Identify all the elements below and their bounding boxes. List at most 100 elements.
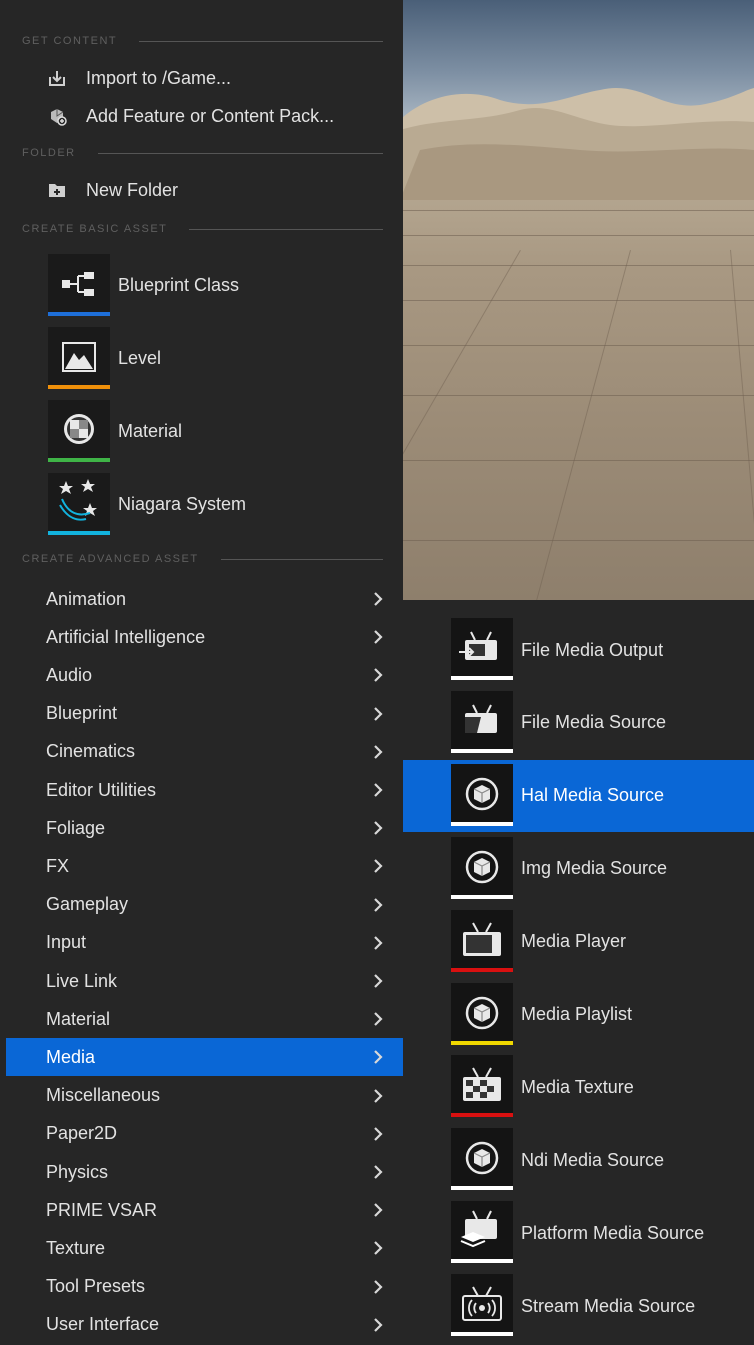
chevron-right-icon xyxy=(373,668,387,683)
media-asset-label: Hal Media Source xyxy=(521,785,665,806)
category-label: Input xyxy=(46,932,87,953)
chevron-right-icon xyxy=(373,1088,387,1103)
media-asset-media-playlist[interactable]: Media Playlist xyxy=(403,979,754,1051)
category-label: Media xyxy=(46,1046,96,1067)
niagara-system-item[interactable]: Niagara System xyxy=(48,469,378,539)
content-pack-icon xyxy=(46,105,68,127)
media-asset-hal-media-source[interactable]: Hal Media Source xyxy=(403,759,754,832)
section-create-basic-asset: CREATE BASIC ASSET xyxy=(22,222,383,236)
folder-add-icon xyxy=(46,179,68,201)
level-icon xyxy=(48,327,110,389)
category-user-interface[interactable]: User Interface xyxy=(6,1306,403,1344)
chevron-right-icon xyxy=(373,706,387,721)
category-editor-utilities[interactable]: Editor Utilities xyxy=(6,771,403,809)
tv-source-icon xyxy=(451,690,513,753)
blueprint-class-item[interactable]: Blueprint Class xyxy=(48,250,378,320)
category-label: Miscellaneous xyxy=(46,1085,161,1106)
category-physics[interactable]: Physics xyxy=(6,1153,403,1191)
media-asset-ndi-media-source[interactable]: Ndi Media Source xyxy=(403,1124,754,1196)
asset-color-bar xyxy=(451,821,513,826)
asset-color-bar xyxy=(451,1113,513,1118)
tv-stream-icon xyxy=(451,1274,513,1337)
category-fx[interactable]: FX xyxy=(6,847,403,885)
chevron-right-icon xyxy=(373,936,387,950)
category-label: Live Link xyxy=(46,970,118,991)
category-label: Audio xyxy=(46,664,93,685)
new-folder-item[interactable]: New Folder xyxy=(46,174,178,206)
category-input[interactable]: Input xyxy=(6,924,403,962)
media-asset-label: Ndi Media Source xyxy=(521,1149,665,1170)
category-label: Material xyxy=(46,1008,111,1029)
category-audio[interactable]: Audio xyxy=(6,656,403,694)
chevron-right-icon xyxy=(373,897,387,912)
niagara-icon xyxy=(48,473,110,535)
media-asset-label: File Media Source xyxy=(521,712,667,733)
media-asset-img-media-source[interactable]: Img Media Source xyxy=(403,833,754,905)
import-to-game-item[interactable]: Import to /Game... xyxy=(46,62,231,94)
category-label: Animation xyxy=(46,588,127,609)
section-create-advanced-asset: CREATE ADVANCED ASSET xyxy=(22,552,383,566)
category-animation[interactable]: Animation xyxy=(6,580,403,618)
category-label: FX xyxy=(46,855,70,876)
cube-circle-icon xyxy=(451,763,513,826)
category-texture[interactable]: Texture xyxy=(6,1229,403,1267)
media-asset-label: Media Texture xyxy=(521,1076,634,1097)
media-asset-media-texture[interactable]: Media Texture xyxy=(403,1051,754,1123)
category-blueprint[interactable]: Blueprint xyxy=(6,695,403,733)
chevron-right-icon xyxy=(373,974,387,988)
category-paper2d[interactable]: Paper2D xyxy=(6,1115,403,1153)
media-asset-platform-media-source[interactable]: Platform Media Source xyxy=(403,1197,754,1269)
asset-color-bar xyxy=(451,894,513,899)
media-submenu: File Media Output File Media Source Hal Me… xyxy=(403,600,754,1345)
blueprint-icon xyxy=(48,254,110,316)
category-label: Cinematics xyxy=(46,741,136,762)
category-live-link[interactable]: Live Link xyxy=(6,962,403,1000)
category-prime-vsar[interactable]: PRIME VSAR xyxy=(6,1191,403,1229)
chevron-right-icon xyxy=(373,821,387,835)
category-miscellaneous[interactable]: Miscellaneous xyxy=(6,1077,403,1115)
section-get-content: GET CONTENT xyxy=(22,34,383,48)
category-media[interactable]: Media xyxy=(6,1038,403,1077)
chevron-right-icon xyxy=(373,592,387,606)
asset-color-bar xyxy=(451,676,513,680)
category-material[interactable]: Material xyxy=(6,1000,403,1038)
category-label: Tool Presets xyxy=(46,1276,146,1297)
tv-platform-icon xyxy=(451,1201,513,1264)
import-icon xyxy=(46,67,68,89)
media-asset-label: File Media Output xyxy=(521,639,664,660)
category-label: PRIME VSAR xyxy=(46,1199,158,1220)
media-asset-stream-media-source[interactable]: Stream Media Source xyxy=(403,1270,754,1342)
category-gameplay[interactable]: Gameplay xyxy=(6,886,403,924)
category-label: User Interface xyxy=(46,1314,160,1335)
add-feature-content-pack-item[interactable]: Add Feature or Content Pack... xyxy=(46,100,334,132)
material-item[interactable]: Material xyxy=(48,396,378,466)
chevron-right-icon xyxy=(373,1203,387,1217)
category-cinematics[interactable]: Cinematics xyxy=(6,733,403,771)
category-label: Blueprint xyxy=(46,703,118,724)
material-icon xyxy=(48,400,110,462)
asset-color-bar xyxy=(451,748,513,753)
asset-color-bar xyxy=(451,1332,513,1337)
category-label: Foliage xyxy=(46,817,106,838)
cube-circle-icon xyxy=(451,836,513,899)
media-asset-file-media-output[interactable]: File Media Output xyxy=(403,614,754,686)
chevron-right-icon xyxy=(373,1279,387,1294)
category-label: Gameplay xyxy=(46,894,129,915)
category-label: Physics xyxy=(46,1161,109,1182)
media-asset-label: Img Media Source xyxy=(521,858,668,879)
tv-icon xyxy=(451,909,513,972)
chevron-right-icon xyxy=(373,1241,387,1256)
asset-color-bar xyxy=(451,1040,513,1045)
asset-color-bar xyxy=(451,1259,513,1264)
category-artificial-intelligence[interactable]: Artificial Intelligence xyxy=(6,618,403,656)
level-item[interactable]: Level xyxy=(48,323,378,393)
asset-color-bar xyxy=(451,1186,513,1191)
chevron-right-icon xyxy=(373,783,387,797)
chevron-right-icon xyxy=(373,745,387,759)
category-tool-presets[interactable]: Tool Presets xyxy=(6,1268,403,1306)
media-asset-media-player[interactable]: Media Player xyxy=(403,906,754,978)
chevron-right-icon xyxy=(373,1127,387,1141)
category-foliage[interactable]: Foliage xyxy=(6,809,403,847)
media-asset-file-media-source[interactable]: File Media Source xyxy=(403,687,754,759)
chevron-right-icon xyxy=(373,1318,387,1332)
